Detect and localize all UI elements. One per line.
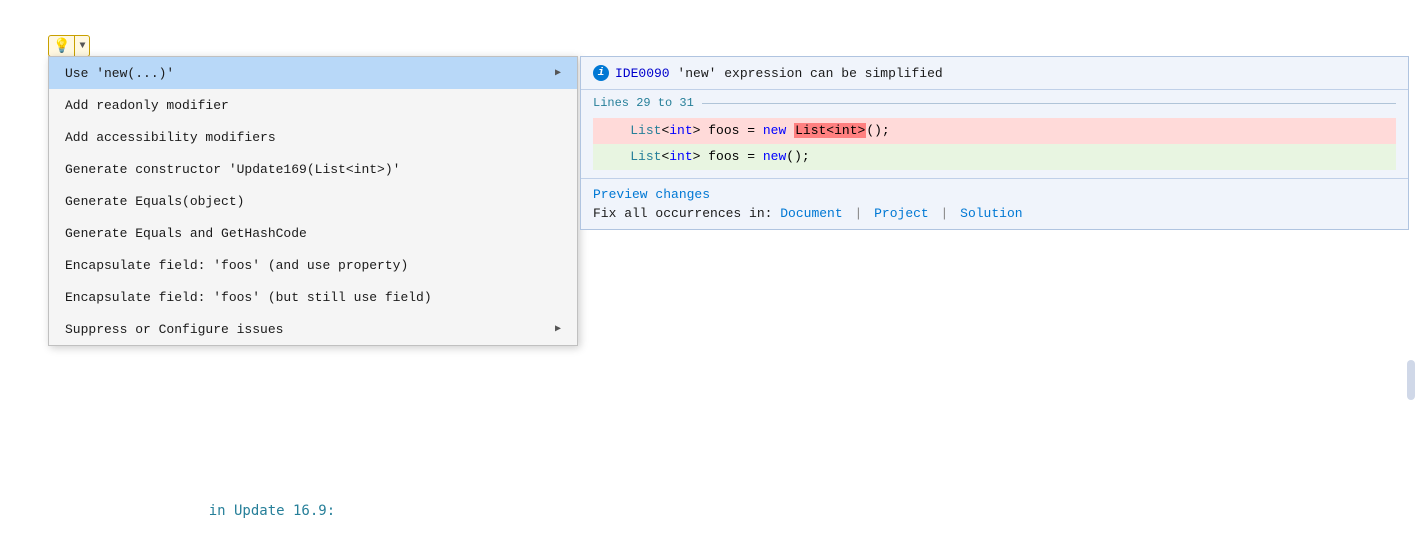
menu-item-generate-constructor-label: Generate constructor 'Update169(List<int…	[65, 162, 400, 177]
fix-solution-link[interactable]: Solution	[960, 206, 1022, 221]
menu-item-encapsulate-and-property[interactable]: Encapsulate field: 'foos' (and use prope…	[49, 249, 577, 281]
fix-all-line: Fix all occurrences in: Document | Proje…	[593, 206, 1396, 221]
fix-document-link[interactable]: Document	[780, 206, 842, 221]
preview-changes-link[interactable]: Preview changes	[593, 187, 710, 202]
menu-item-generate-constructor[interactable]: Generate constructor 'Update169(List<int…	[49, 153, 577, 185]
diagnostic-code: IDE0090	[615, 66, 670, 81]
menu-item-suppress-label: Suppress or Configure issues	[65, 322, 283, 337]
menu-item-generate-equals[interactable]: Generate Equals(object)	[49, 185, 577, 217]
menu-item-suppress[interactable]: Suppress or Configure issues ▶	[49, 313, 577, 345]
preview-panel: i IDE0090 'new' expression can be simpli…	[580, 56, 1409, 230]
code-line-removed: List<int> foos = new List<int>();	[593, 118, 1396, 144]
code-line-added: List<int> foos = new();	[593, 144, 1396, 170]
chevron-down-icon: ▼	[79, 41, 85, 52]
lightbulb-dropdown-button[interactable]: ▼	[75, 35, 90, 57]
menu-item-encapsulate-and-property-label: Encapsulate field: 'foos' (and use prope…	[65, 258, 408, 273]
menu-item-use-new-label: Use 'new(...)'	[65, 66, 174, 81]
submenu-arrow-icon: ▶	[555, 67, 561, 79]
diagnostic-keyword: new	[685, 66, 708, 81]
menu-item-add-accessibility-label: Add accessibility modifiers	[65, 130, 276, 145]
lightbulb-icon: 💡	[53, 38, 70, 55]
lines-range: Lines 29 to 31	[593, 96, 694, 110]
menu-item-generate-equals-hashcode-label: Generate Equals and GetHashCode	[65, 226, 307, 241]
separator-2: |	[941, 206, 949, 221]
menu-item-add-readonly-label: Add readonly modifier	[65, 98, 229, 113]
preview-title: IDE0090 'new' expression can be simplifi…	[615, 66, 943, 81]
separator-1: |	[854, 206, 862, 221]
context-menu: Use 'new(...)' ▶ Add readonly modifier A…	[48, 56, 578, 346]
fix-all-label: Fix all occurrences in:	[593, 206, 772, 221]
lightbulb-button[interactable]: 💡	[48, 35, 75, 57]
menu-item-encapsulate-use-field-label: Encapsulate field: 'foos' (but still use…	[65, 290, 432, 305]
diagnostic-message: 'new' expression can be simplified	[677, 66, 942, 81]
menu-item-generate-equals-label: Generate Equals(object)	[65, 194, 244, 209]
preview-header: i IDE0090 'new' expression can be simpli…	[581, 57, 1408, 90]
code-line-41: in Update 16.9:	[175, 498, 335, 524]
lines-label: Lines 29 to 31	[581, 90, 1408, 114]
suppress-submenu-arrow-icon: ▶	[555, 323, 561, 335]
menu-item-encapsulate-use-field[interactable]: Encapsulate field: 'foos' (but still use…	[49, 281, 577, 313]
menu-item-add-accessibility[interactable]: Add accessibility modifiers	[49, 121, 577, 153]
fix-project-link[interactable]: Project	[874, 206, 929, 221]
preview-footer: Preview changes Fix all occurrences in: …	[581, 178, 1408, 229]
info-icon: i	[593, 65, 609, 81]
scrollbar-thumb[interactable]	[1407, 360, 1415, 400]
menu-item-add-readonly[interactable]: Add readonly modifier	[49, 89, 577, 121]
menu-item-generate-equals-hashcode[interactable]: Generate Equals and GetHashCode	[49, 217, 577, 249]
code-preview-area: List<int> foos = new List<int>(); List<i…	[581, 114, 1408, 178]
menu-item-use-new[interactable]: Use 'new(...)' ▶	[49, 57, 577, 89]
